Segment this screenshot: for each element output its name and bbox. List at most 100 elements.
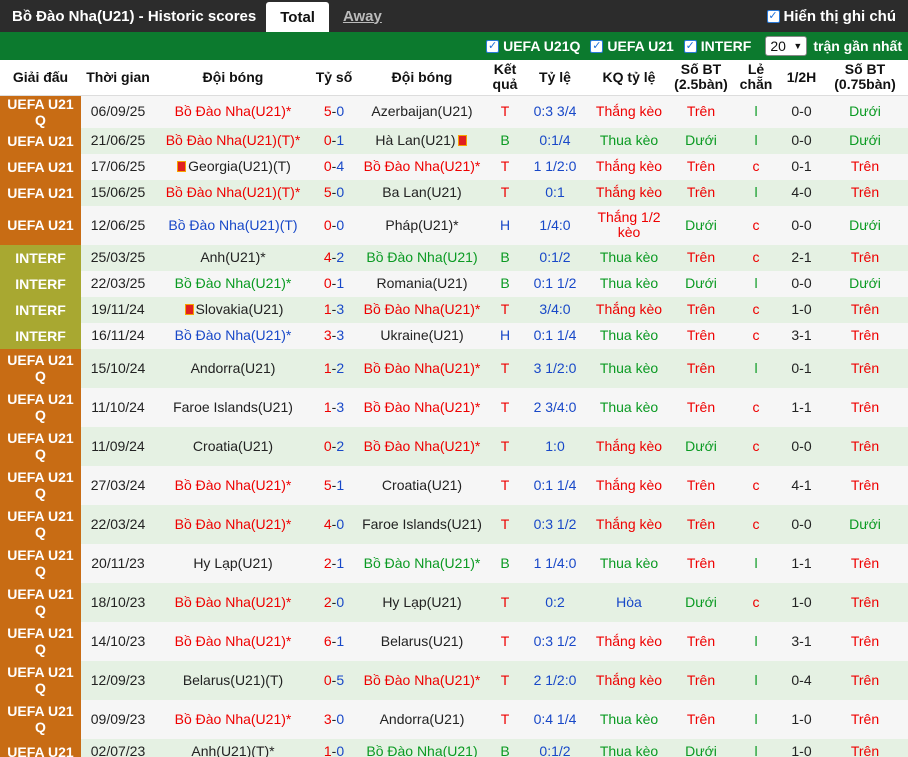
away-team-cell[interactable]: Bồ Đào Nha(U21)* <box>357 387 487 427</box>
home-team-cell[interactable]: Anh(U21)(T)* <box>155 738 311 757</box>
competition-cell[interactable]: UEFA U21 Q <box>0 660 81 700</box>
away-team-cell[interactable]: Andorra(U21) <box>357 699 487 739</box>
half-time-cell: 0-0 <box>781 95 822 128</box>
away-team-cell[interactable]: Croatia(U21) <box>357 465 487 505</box>
home-team-cell[interactable]: Anh(U21)* <box>155 244 311 271</box>
competition-cell[interactable]: UEFA U21 <box>0 738 81 757</box>
away-team-cell[interactable]: Romania(U21) <box>357 270 487 297</box>
home-team-cell[interactable]: Bồ Đào Nha(U21)* <box>155 270 311 297</box>
away-team-cell[interactable]: Ukraine(U21) <box>357 322 487 349</box>
show-notes-checkbox[interactable]: ✓ Hiển thị ghi chú <box>766 0 908 32</box>
competition-cell[interactable]: INTERF <box>0 270 81 297</box>
away-team-cell[interactable]: Bồ Đào Nha(U21)* <box>357 660 487 700</box>
away-team-cell[interactable]: Bồ Đào Nha(U21)* <box>357 543 487 583</box>
competition-cell[interactable]: UEFA U21 <box>0 205 81 245</box>
competition-cell[interactable]: UEFA U21 <box>0 153 81 180</box>
score-cell[interactable]: 0-1 <box>311 270 357 297</box>
score-cell[interactable]: 5-0 <box>311 179 357 206</box>
score-cell[interactable]: 6-1 <box>311 621 357 661</box>
match-count-select[interactable]: 20 ▼ <box>765 36 808 56</box>
home-team-cell[interactable]: Hy Lạp(U21) <box>155 543 311 583</box>
score-cell[interactable]: 0-2 <box>311 426 357 466</box>
over-under-075-cell: Trên <box>822 348 908 388</box>
competition-cell[interactable]: UEFA U21 Q <box>0 582 81 622</box>
home-team-cell[interactable]: Croatia(U21) <box>155 426 311 466</box>
home-team-cell[interactable]: Bồ Đào Nha(U21)(T)* <box>155 127 311 154</box>
score-cell[interactable]: 1-0 <box>311 738 357 757</box>
home-team-cell[interactable]: Bồ Đào Nha(U21)* <box>155 699 311 739</box>
competition-cell[interactable]: UEFA U21 <box>0 179 81 206</box>
competition-cell[interactable]: INTERF <box>0 296 81 323</box>
home-team-cell[interactable]: Bồ Đào Nha(U21)* <box>155 621 311 661</box>
home-team-cell[interactable]: Bồ Đào Nha(U21)* <box>155 582 311 622</box>
away-team-cell[interactable]: Faroe Islands(U21) <box>357 504 487 544</box>
away-team-cell[interactable]: Bồ Đào Nha(U21) <box>357 738 487 757</box>
away-team-cell[interactable]: Ba Lan(U21) <box>357 179 487 206</box>
col-score: Tỷ số <box>311 60 357 96</box>
home-team-cell[interactable]: Andorra(U21) <box>155 348 311 388</box>
home-team-cell[interactable]: Bồ Đào Nha(U21)* <box>155 322 311 349</box>
odd-even-cell: l <box>731 348 781 388</box>
date-cell: 22/03/25 <box>81 270 155 297</box>
over-under-075-cell: Trên <box>822 465 908 505</box>
score-cell[interactable]: 4-2 <box>311 244 357 271</box>
score-cell[interactable]: 2-0 <box>311 582 357 622</box>
score-cell[interactable]: 3-0 <box>311 699 357 739</box>
home-team-cell[interactable]: Bồ Đào Nha(U21)* <box>155 95 311 128</box>
home-team-cell[interactable]: Bồ Đào Nha(U21)(T) <box>155 205 311 245</box>
odds-result-cell: Thua kèo <box>587 699 671 739</box>
competition-cell[interactable]: UEFA U21 Q <box>0 465 81 505</box>
score-cell[interactable]: 5-1 <box>311 465 357 505</box>
tab-total[interactable]: Total <box>266 2 329 32</box>
competition-cell[interactable]: UEFA U21 Q <box>0 95 81 128</box>
away-team-cell[interactable]: Hà Lan(U21) <box>357 127 487 154</box>
home-team-cell[interactable]: Georgia(U21)(T) <box>155 153 311 180</box>
score-cell[interactable]: 2-1 <box>311 543 357 583</box>
away-team-cell[interactable]: Bồ Đào Nha(U21)* <box>357 296 487 323</box>
score-cell[interactable]: 3-3 <box>311 322 357 349</box>
home-team-cell[interactable]: Bồ Đào Nha(U21)* <box>155 504 311 544</box>
away-team-cell[interactable]: Belarus(U21) <box>357 621 487 661</box>
score-cell[interactable]: 4-0 <box>311 504 357 544</box>
home-team-cell[interactable]: Faroe Islands(U21) <box>155 387 311 427</box>
filter-uefa-u21[interactable]: ✓ UEFA U21 <box>590 38 674 54</box>
away-team-cell[interactable]: Bồ Đào Nha(U21)* <box>357 348 487 388</box>
score-cell[interactable]: 1-3 <box>311 296 357 323</box>
home-team-cell[interactable]: Belarus(U21)(T) <box>155 660 311 700</box>
competition-cell[interactable]: INTERF <box>0 244 81 271</box>
home-team-cell[interactable]: Slovakia(U21) <box>155 296 311 323</box>
score-cell[interactable]: 0-4 <box>311 153 357 180</box>
score-cell[interactable]: 0-1 <box>311 127 357 154</box>
score-cell[interactable]: 0-5 <box>311 660 357 700</box>
competition-cell[interactable]: UEFA U21 Q <box>0 699 81 739</box>
away-team-cell[interactable]: Bồ Đào Nha(U21)* <box>357 153 487 180</box>
tab-away[interactable]: Away <box>329 0 396 32</box>
away-team-cell[interactable]: Azerbaijan(U21) <box>357 95 487 128</box>
score-cell[interactable]: 1-2 <box>311 348 357 388</box>
away-team-cell[interactable]: Bồ Đào Nha(U21) <box>357 244 487 271</box>
score-cell[interactable]: 5-0 <box>311 95 357 128</box>
score-cell[interactable]: 0-0 <box>311 205 357 245</box>
competition-cell[interactable]: UEFA U21 Q <box>0 504 81 544</box>
filter-interf[interactable]: ✓ INTERF <box>683 38 751 54</box>
home-team-cell[interactable]: Bồ Đào Nha(U21)(T)* <box>155 179 311 206</box>
score-cell[interactable]: 1-3 <box>311 387 357 427</box>
away-team-cell[interactable]: Bồ Đào Nha(U21)* <box>357 426 487 466</box>
filter-uefa-u21q[interactable]: ✓ UEFA U21Q <box>486 38 580 54</box>
competition-cell[interactable]: UEFA U21 Q <box>0 426 81 466</box>
competition-cell[interactable]: UEFA U21 Q <box>0 543 81 583</box>
away-team-cell[interactable]: Hy Lạp(U21) <box>357 582 487 622</box>
over-under-075-cell: Trên <box>822 426 908 466</box>
col-result: Kết quả <box>487 60 523 96</box>
away-team-cell[interactable]: Pháp(U21)* <box>357 205 487 245</box>
competition-cell[interactable]: UEFA U21 <box>0 127 81 154</box>
over-under-cell: Trên <box>671 95 731 128</box>
competition-cell[interactable]: INTERF <box>0 322 81 349</box>
col-home: Đội bóng <box>155 60 311 96</box>
competition-cell[interactable]: UEFA U21 Q <box>0 621 81 661</box>
col-ou25: Số BT (2.5bàn) <box>671 60 731 96</box>
home-team-cell[interactable]: Bồ Đào Nha(U21)* <box>155 465 311 505</box>
check-icon: ✓ <box>486 39 500 53</box>
competition-cell[interactable]: UEFA U21 Q <box>0 387 81 427</box>
competition-cell[interactable]: UEFA U21 Q <box>0 348 81 388</box>
